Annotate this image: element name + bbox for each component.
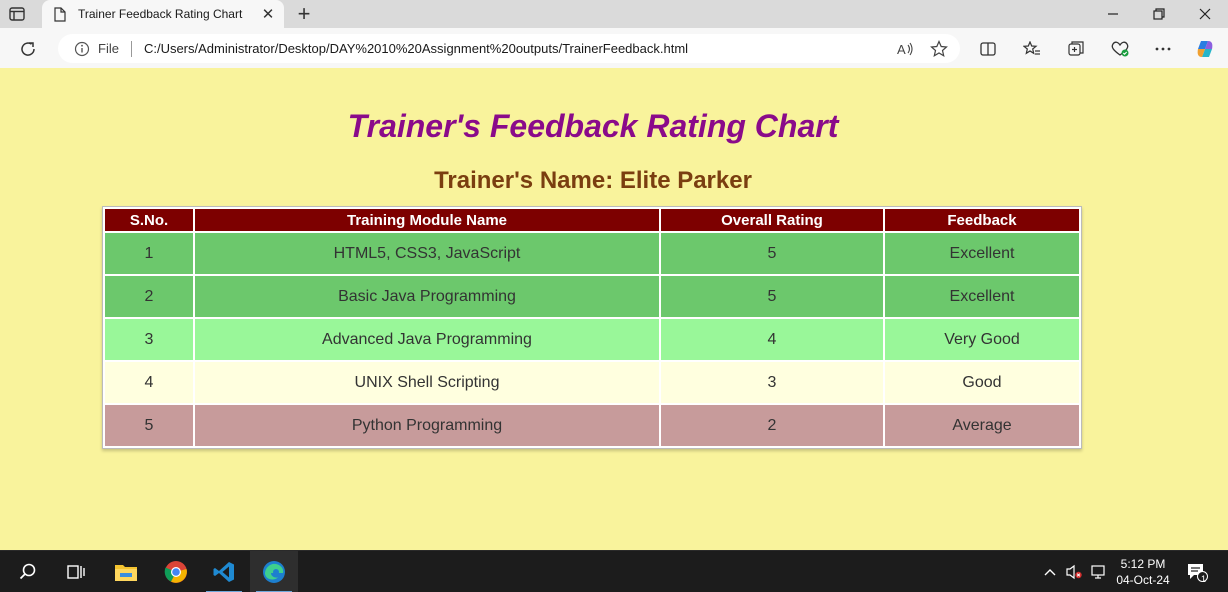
chrome-icon[interactable] [152, 551, 200, 592]
taskbar: 5:12 PM 04-Oct-24 1 [0, 550, 1228, 592]
file-label: File [98, 41, 119, 56]
cell-rating: 3 [661, 362, 883, 403]
vscode-icon[interactable] [200, 551, 248, 592]
address-bar[interactable]: File C:/Users/Administrator/Desktop/DAY%… [58, 34, 960, 63]
cell-feedback: Very Good [885, 319, 1079, 360]
cell-module: HTML5, CSS3, JavaScript [195, 233, 659, 274]
minimize-icon[interactable] [1090, 0, 1136, 28]
collections-icon[interactable] [1063, 36, 1089, 62]
table-row: 4 UNIX Shell Scripting 3 Good [105, 362, 1079, 403]
cell-rating: 5 [661, 233, 883, 274]
volume-muted-icon[interactable] [1063, 551, 1085, 592]
cell-feedback: Excellent [885, 276, 1079, 317]
cell-sno: 4 [105, 362, 193, 403]
cell-rating: 2 [661, 405, 883, 446]
cell-module: Advanced Java Programming [195, 319, 659, 360]
cell-feedback: Average [885, 405, 1079, 446]
cell-rating: 4 [661, 319, 883, 360]
clock-date: 04-Oct-24 [1116, 573, 1170, 587]
window-close-icon[interactable] [1182, 0, 1228, 28]
refresh-icon[interactable] [15, 36, 41, 62]
omnibox-separator [130, 40, 132, 57]
task-view-icon[interactable] [52, 551, 100, 592]
cell-sno: 1 [105, 233, 193, 274]
copilot-icon[interactable] [1192, 36, 1218, 62]
url-text[interactable]: C:/Users/Administrator/Desktop/DAY%2010%… [144, 41, 892, 56]
info-icon[interactable] [74, 41, 90, 57]
clock-time: 5:12 PM [1120, 557, 1166, 571]
notification-icon[interactable]: 1 [1182, 551, 1212, 592]
header-feedback: Feedback [885, 209, 1079, 231]
notification-count: 1 [1201, 574, 1207, 584]
table-row: 3 Advanced Java Programming 4 Very Good [105, 319, 1079, 360]
cell-module: UNIX Shell Scripting [195, 362, 659, 403]
table-row: 5 Python Programming 2 Average [105, 405, 1079, 446]
cell-sno: 5 [105, 405, 193, 446]
favorite-star-icon[interactable] [926, 37, 952, 61]
file-explorer-icon[interactable] [102, 551, 150, 592]
page-viewport: Trainer's Feedback Rating Chart Trainer'… [0, 68, 1228, 550]
more-icon[interactable] [1150, 36, 1176, 62]
favorites-icon[interactable] [1019, 36, 1045, 62]
table-row: 1 HTML5, CSS3, JavaScript 5 Excellent [105, 233, 1079, 274]
restore-icon[interactable] [1136, 0, 1182, 28]
cell-feedback: Good [885, 362, 1079, 403]
tab-actions-icon[interactable] [6, 4, 28, 24]
cell-module: Basic Java Programming [195, 276, 659, 317]
table-header-row: S.No. Training Module Name Overall Ratin… [105, 209, 1079, 231]
svg-text:A: A [897, 42, 906, 57]
close-icon[interactable]: ✕ [258, 4, 278, 24]
header-sno: S.No. [105, 209, 193, 231]
chevron-up-icon[interactable] [1040, 551, 1060, 592]
cell-module: Python Programming [195, 405, 659, 446]
network-icon[interactable] [1088, 551, 1110, 592]
table-row: 2 Basic Java Programming 5 Excellent [105, 276, 1079, 317]
trainer-name: Trainer's Name: Elite Parker [434, 167, 752, 194]
browser-toolbar: File C:/Users/Administrator/Desktop/DAY%… [0, 28, 1228, 68]
header-module-name: Training Module Name [195, 209, 659, 231]
feedback-table: S.No. Training Module Name Overall Ratin… [102, 206, 1082, 449]
cell-sno: 2 [105, 276, 193, 317]
cell-rating: 5 [661, 276, 883, 317]
cell-feedback: Excellent [885, 233, 1079, 274]
edge-icon[interactable] [250, 551, 298, 592]
document-icon [54, 6, 68, 22]
search-icon[interactable] [4, 551, 52, 592]
header-overall-rating: Overall Rating [661, 209, 883, 231]
page-title: Trainer's Feedback Rating Chart [347, 108, 839, 144]
split-screen-icon[interactable] [975, 36, 1001, 62]
system-clock[interactable]: 5:12 PM 04-Oct-24 [1110, 556, 1176, 588]
cell-sno: 3 [105, 319, 193, 360]
read-aloud-icon[interactable]: A [892, 37, 918, 61]
performance-icon[interactable] [1107, 36, 1133, 62]
active-tab[interactable]: Trainer Feedback Rating Chart ✕ [42, 0, 284, 28]
tab-title: Trainer Feedback Rating Chart [78, 7, 243, 21]
plus-icon[interactable]: + [292, 1, 316, 26]
tab-strip: Trainer Feedback Rating Chart ✕ + [0, 0, 1228, 28]
